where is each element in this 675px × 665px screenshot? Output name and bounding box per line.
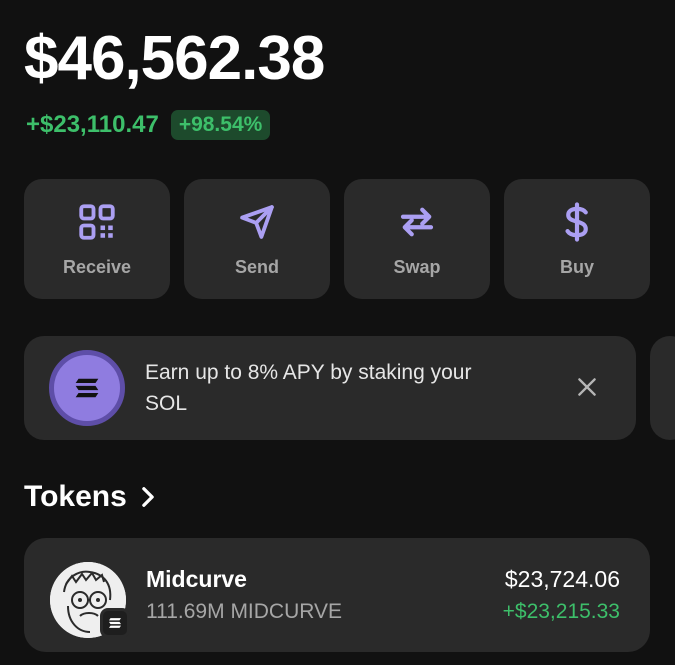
- tokens-section-header[interactable]: Tokens: [24, 480, 157, 514]
- action-buttons: Receive Send Swap Buy: [24, 179, 650, 299]
- solana-chain-icon: [100, 608, 130, 638]
- token-amount: 111.69M MIDCURVE: [146, 600, 343, 623]
- total-balance: $46,562.38: [24, 24, 325, 93]
- swap-button[interactable]: Swap: [344, 179, 490, 299]
- promo-text: Earn up to 8% APY by staking your SOL: [145, 361, 472, 415]
- token-name: Midcurve: [146, 566, 247, 592]
- dollar-icon: [565, 201, 588, 242]
- change-amount: +$23,110.47: [26, 111, 159, 138]
- staking-promo-banner[interactable]: Earn up to 8% APY by staking your SOL: [24, 336, 636, 440]
- send-button[interactable]: Send: [184, 179, 330, 299]
- change-percent-badge: +98.54%: [170, 110, 271, 140]
- wallet-home: $46,562.38 +$23,110.47 +98.54% Receive S…: [0, 0, 675, 665]
- solana-icon: [49, 350, 125, 426]
- send-label: Send: [234, 256, 279, 277]
- receive-button[interactable]: Receive: [24, 179, 170, 299]
- buy-button[interactable]: Buy: [504, 179, 650, 299]
- token-value: $23,724.06: [504, 566, 620, 592]
- next-banner-card[interactable]: [650, 336, 675, 440]
- paper-plane-icon: [240, 204, 274, 239]
- chevron-right-icon: [142, 487, 154, 507]
- receive-label: Receive: [62, 256, 132, 277]
- buy-label: Buy: [559, 256, 594, 277]
- token-change: +$23,215.33: [502, 600, 620, 623]
- tokens-title: Tokens: [24, 480, 127, 513]
- token-row[interactable]: Midcurve 111.69M MIDCURVE $23,724.06 +$2…: [24, 538, 650, 652]
- qr-code-icon: [79, 203, 115, 240]
- swap-label: Swap: [393, 256, 441, 277]
- balance-change: +$23,110.47 +98.54%: [26, 110, 271, 140]
- swap-arrows-icon: [400, 207, 434, 236]
- close-icon[interactable]: [574, 374, 600, 400]
